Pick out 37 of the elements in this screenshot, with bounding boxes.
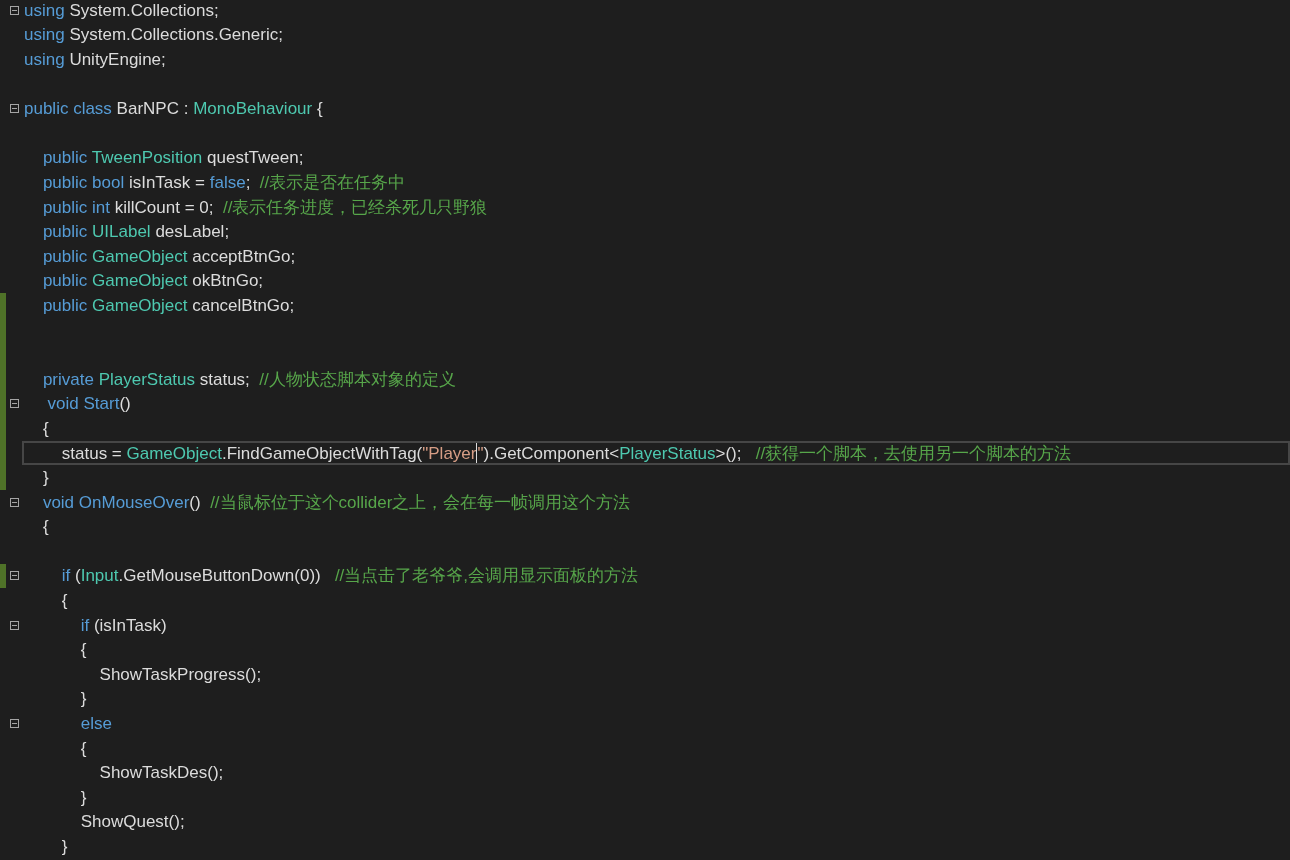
code-line: public TweenPosition questTween;	[41, 149, 304, 167]
code-line: {	[41, 518, 49, 536]
code-line: ShowTaskProgress();	[98, 665, 262, 683]
code-line: if (Input.GetMouseButtonDown(0)) //当点击了老爷爷,会调用显示面板的方法	[60, 567, 639, 585]
collapse-icon[interactable]	[9, 399, 19, 409]
code-line: void OnMouseOver() //当鼠标位于这个collider之上，会在每一帧调用这个方法	[41, 493, 631, 511]
code-line: }	[60, 838, 68, 855]
code-line: ShowQuest();	[79, 813, 185, 831]
code-line: public class BarNPC : MonoBehaviour {	[24, 100, 323, 118]
code-line: public bool isInTask = false; //表示是否在任务中	[41, 173, 406, 191]
code-line: void Start()	[46, 395, 131, 413]
code-line: public UILabel desLabel;	[41, 223, 230, 241]
code-line: }	[79, 690, 87, 708]
code-line: else	[79, 715, 112, 732]
code-line: if (isInTask)	[79, 616, 167, 634]
code-line: ShowTaskDes();	[98, 764, 224, 782]
code-line: public int killCount = 0; //表示任务进度，已经杀死几只野狼	[41, 198, 488, 216]
code-line: {	[79, 641, 87, 659]
code-line: using System.Collections.Generic;	[24, 26, 283, 44]
collapse-icon[interactable]	[9, 571, 19, 581]
code-line: status = GameObject.FindGameObjectWithTag("Player").GetComponent<PlayerStatus>(); //获得一个脚本，去使用另一个脚本的方法	[60, 443, 1072, 463]
code-line: using System.Collections;	[24, 1, 219, 19]
code-line: public GameObject okBtnGo;	[41, 272, 264, 290]
collapse-icon[interactable]	[9, 104, 19, 114]
code-line: public GameObject cancelBtnGo;	[41, 296, 295, 314]
code-line: using UnityEngine;	[24, 51, 166, 68]
code-line: {	[79, 739, 87, 757]
code-line: }	[41, 469, 49, 487]
collapse-icon[interactable]	[9, 719, 19, 728]
collapse-icon[interactable]	[9, 497, 19, 507]
code-line: {	[60, 592, 68, 610]
code-line: public GameObject acceptBtnGo;	[41, 247, 296, 265]
collapse-icon[interactable]	[9, 620, 19, 630]
collapse-icon[interactable]	[9, 5, 19, 15]
code-line: {	[41, 419, 49, 437]
code-line: private PlayerStatus status; //人物状态脚本对象的定义	[41, 370, 456, 388]
code-line: }	[79, 788, 87, 806]
